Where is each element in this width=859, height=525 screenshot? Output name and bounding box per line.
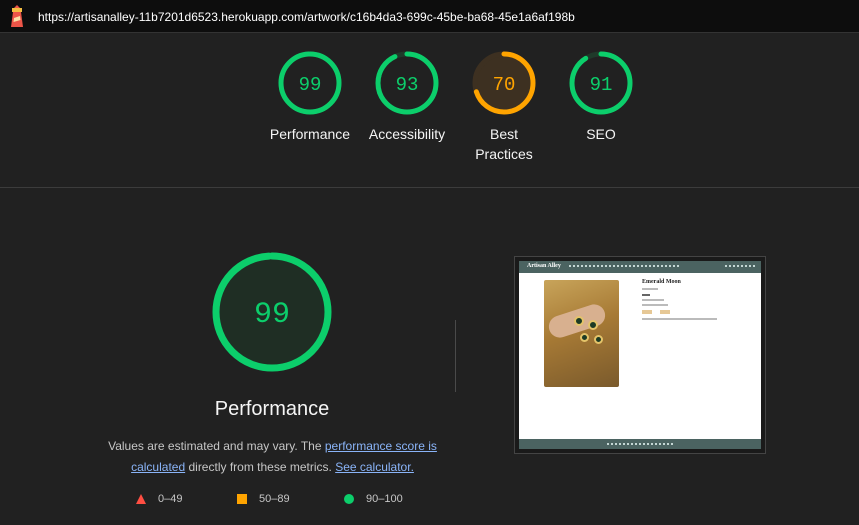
triangle-icon xyxy=(136,494,146,504)
top-bar: https://artisanalley-11b7201d6523.heroku… xyxy=(0,0,859,33)
gauge-best-practices[interactable]: 70 Best Practices xyxy=(454,50,554,164)
gauge-score: 99 xyxy=(299,74,322,96)
legend-pass: 90–100 xyxy=(344,493,403,505)
section-divider xyxy=(0,187,859,188)
gauge-score: 70 xyxy=(493,74,516,96)
earring-icon xyxy=(574,316,584,326)
footer-links xyxy=(607,443,673,445)
vertical-divider xyxy=(455,320,456,392)
gauge-ring: 70 xyxy=(472,51,536,115)
final-screenshot[interactable]: Artisan Alley Emerald Moon xyxy=(514,256,766,454)
score-legend: 0–49 50–89 90–100 xyxy=(0,493,500,509)
text-line xyxy=(642,288,658,290)
circle-icon xyxy=(344,494,354,504)
url-text[interactable]: https://artisanalley-11b7201d6523.heroku… xyxy=(38,10,575,24)
earring-icon xyxy=(588,320,598,330)
screenshot-navbar: Artisan Alley xyxy=(519,261,761,273)
screenshot-artwork-title: Emerald Moon xyxy=(642,279,681,285)
legend-range: 50–89 xyxy=(259,493,290,505)
earring-icon xyxy=(594,335,603,344)
screenshot-page: Artisan Alley Emerald Moon xyxy=(519,261,761,449)
gauge-label: SEO xyxy=(586,126,616,142)
legend-average: 50–89 xyxy=(237,493,290,505)
gauge-ring: 99 xyxy=(278,51,342,115)
screenshot-button xyxy=(660,310,670,314)
see-calculator-link[interactable]: See calculator. xyxy=(335,460,414,474)
legend-fail: 0–49 xyxy=(136,493,182,505)
gauge-score: 91 xyxy=(590,74,613,96)
summary-gauges: 99 Performance 93 Accessibility 70 Best … xyxy=(0,50,859,180)
gauge-performance[interactable]: 99 Performance xyxy=(260,50,360,144)
gauge-seo[interactable]: 91 SEO xyxy=(551,50,651,144)
screenshot-brand: Artisan Alley xyxy=(527,263,561,269)
desc-prefix: Values are estimated and may vary. The xyxy=(108,439,325,453)
performance-score: 99 xyxy=(254,298,290,332)
desc-middle: directly from these metrics. xyxy=(185,460,336,474)
screenshot-footer xyxy=(519,439,761,449)
screenshot-button xyxy=(642,310,652,314)
screenshot-nav-links xyxy=(569,265,679,267)
legend-range: 90–100 xyxy=(366,493,403,505)
text-line xyxy=(642,299,664,301)
legend-range: 0–49 xyxy=(158,493,183,505)
performance-description: Values are estimated and may vary. The p… xyxy=(100,436,445,478)
text-line xyxy=(642,294,650,296)
earring-icon xyxy=(580,333,589,342)
gauge-label: Accessibility xyxy=(368,126,446,142)
gauge-score: 93 xyxy=(396,74,419,96)
text-line xyxy=(642,318,717,320)
square-icon xyxy=(237,494,247,504)
text-line xyxy=(642,304,668,306)
lighthouse-logo-icon xyxy=(11,5,23,27)
gauge-label: Performance xyxy=(269,126,351,142)
gauge-ring: 93 xyxy=(375,51,439,115)
screenshot-nav-right xyxy=(725,265,755,267)
gauge-ring: 91 xyxy=(569,51,633,115)
performance-big-gauge: 99 xyxy=(212,252,332,372)
gauge-accessibility[interactable]: 93 Accessibility xyxy=(357,50,457,144)
performance-title: Performance xyxy=(214,398,330,420)
screenshot-artwork-image xyxy=(544,280,619,387)
gauge-label: Best Practices xyxy=(475,126,533,162)
